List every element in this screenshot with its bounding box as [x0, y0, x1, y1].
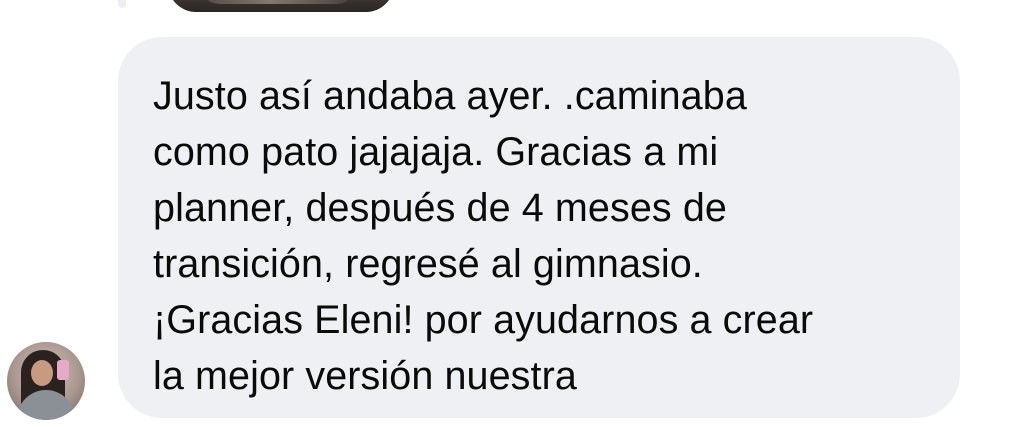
chat-screen: Justo así andaba ayer. .caminaba como pa… [0, 0, 1024, 443]
avatar-face-shape [31, 360, 53, 386]
avatar-phone-shape [57, 360, 69, 380]
message-line: como pato jajajaja. Gracias a mi [153, 130, 719, 174]
message-line: ¡Gracias Eleni! por ayudarnos a crear [153, 298, 814, 342]
previous-media-thumbnail[interactable] [168, 0, 394, 12]
previous-bubble-edge [118, 0, 126, 8]
message-bubble[interactable]: Justo así andaba ayer. .caminaba como pa… [118, 37, 960, 418]
message-line: transición, regresé al gimnasio. [153, 242, 703, 286]
sender-avatar[interactable] [7, 342, 85, 420]
message-line: planner, después de 4 meses de [153, 186, 727, 230]
message-line: Justo así andaba ayer. .caminaba [153, 74, 747, 118]
message-line: la mejor versión nuestra [153, 354, 577, 398]
